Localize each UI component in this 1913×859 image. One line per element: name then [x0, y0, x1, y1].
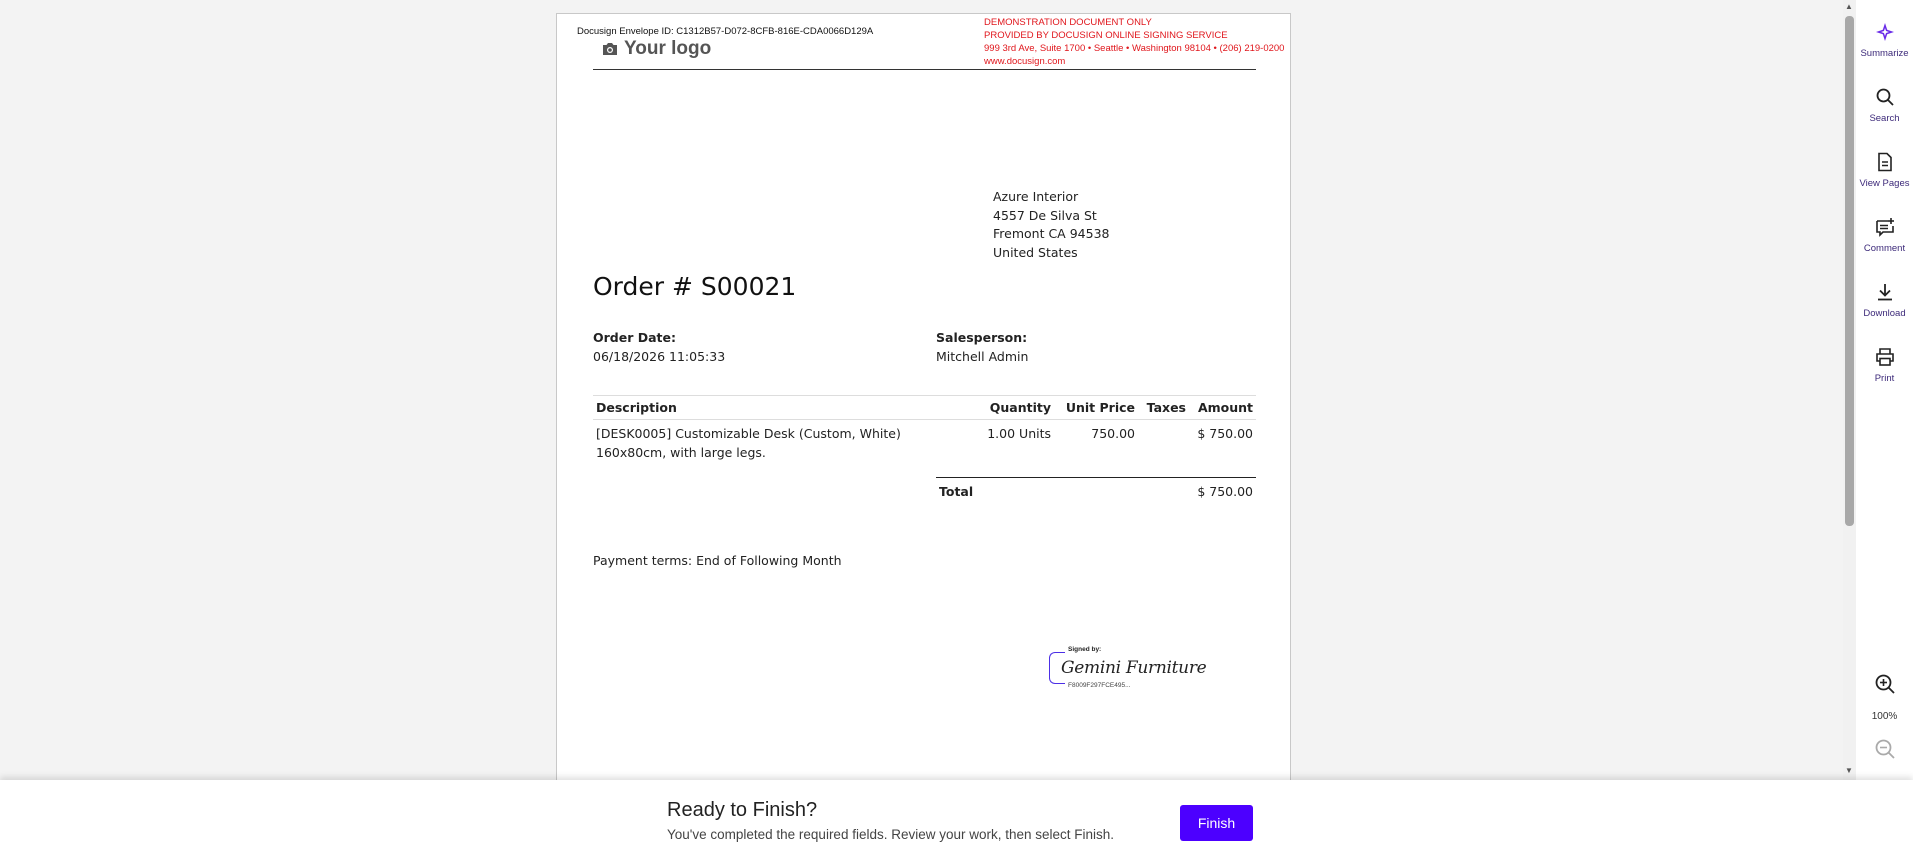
comment-button[interactable]: Comment — [1856, 209, 1913, 265]
column-header-amount: Amount — [1197, 400, 1253, 415]
document-page: Docusign Envelope ID: C1312B57-D072-8CFB… — [556, 13, 1291, 780]
signature-name: Gemini Furniture — [1061, 658, 1207, 678]
header-divider — [593, 69, 1256, 70]
signature-block: Signed by: Gemini Furniture F8009F297FCE… — [1049, 646, 1207, 694]
company-logo: Your logo — [602, 38, 711, 60]
column-header-quantity: Quantity — [989, 400, 1051, 415]
salesperson-value: Mitchell Admin — [936, 349, 1029, 364]
search-button[interactable]: Search — [1856, 79, 1913, 135]
camera-icon — [603, 43, 617, 55]
finish-title: Ready to Finish? — [667, 799, 818, 821]
total-row: Total $ 750.00 — [936, 484, 1256, 499]
envelope-id: Docusign Envelope ID: C1312B57-D072-8CFB… — [577, 26, 874, 37]
logo-text: Your logo — [624, 38, 712, 59]
line-unit-price: 750.00 — [1091, 426, 1135, 441]
salesperson-block: Salesperson: Mitchell Admin — [936, 328, 1028, 366]
demo-banner-line: www.docusign.com — [984, 56, 1066, 67]
demo-banner: DEMONSTRATION DOCUMENT ONLY PROVIDED BY … — [984, 16, 1284, 68]
total-value: $ 750.00 — [1197, 484, 1253, 499]
download-label: Download — [1863, 308, 1906, 319]
sparkle-icon — [1875, 23, 1894, 41]
order-date-label: Order Date: — [593, 330, 676, 345]
search-icon — [1876, 88, 1894, 106]
salesperson-label: Salesperson: — [936, 330, 1028, 345]
summarize-label: Summarize — [1860, 48, 1909, 59]
download-button[interactable]: Download — [1856, 274, 1913, 330]
line-description-text: [DESK0005] Customizable Desk (Custom, Wh… — [596, 426, 901, 441]
document-viewer[interactable]: Docusign Envelope ID: C1312B57-D072-8CFB… — [0, 0, 1843, 780]
order-lines-table: Description Quantity Unit Price Taxes Am… — [593, 395, 1256, 462]
address-line: Fremont CA 94538 — [993, 226, 1110, 241]
download-icon — [1877, 284, 1892, 301]
summarize-button[interactable]: Summarize — [1856, 14, 1913, 70]
scrollbar-thumb[interactable] — [1845, 16, 1854, 526]
zoom-level: 100% — [1871, 711, 1898, 722]
vertical-scrollbar[interactable]: ▲ ▼ — [1843, 0, 1856, 780]
address-line: 4557 De Silva St — [993, 207, 1097, 223]
demo-banner-line: DEMONSTRATION DOCUMENT ONLY — [984, 17, 1152, 28]
finish-button[interactable]: Finish — [1180, 805, 1253, 841]
line-quantity: 1.00 Units — [987, 426, 1051, 441]
print-button[interactable]: Print — [1856, 339, 1913, 395]
order-date-block: Order Date: 06/18/2026 11:05:33 — [593, 328, 725, 366]
view-pages-label: View Pages — [1859, 178, 1910, 189]
line-description-text: 160x80cm, with large legs. — [596, 444, 766, 460]
print-label: Print — [1874, 373, 1895, 384]
view-pages-button[interactable]: View Pages — [1856, 144, 1913, 200]
demo-banner-line: PROVIDED BY DOCUSIGN ONLINE SIGNING SERV… — [984, 30, 1228, 41]
address-line: United States — [993, 244, 1078, 260]
finish-subtitle: You've completed the required fields. Re… — [667, 827, 1115, 842]
order-date-value: 06/18/2026 11:05:33 — [593, 349, 726, 364]
page-icon — [1877, 152, 1892, 172]
address-line: Azure Interior — [993, 189, 1079, 204]
scroll-down-arrow-icon[interactable]: ▼ — [1845, 766, 1853, 775]
scroll-up-arrow-icon[interactable]: ▲ — [1845, 2, 1853, 11]
comment-label: Comment — [1863, 243, 1906, 254]
zoom-in-icon[interactable] — [1874, 673, 1896, 695]
table-header-row: Description Quantity Unit Price Taxes Am… — [593, 396, 1256, 420]
signature-hash: F8009F297FCE495... — [1068, 682, 1131, 689]
column-header-taxes: Taxes — [1146, 400, 1186, 415]
line-amount: $ 750.00 — [1197, 426, 1253, 441]
order-title: Order # S00021 — [593, 272, 797, 301]
table-row: [DESK0005] Customizable Desk (Custom, Wh… — [593, 420, 1256, 462]
column-header-description: Description — [596, 400, 677, 415]
right-toolbar: Summarize Search View Pages Comment Down… — [1856, 0, 1913, 780]
total-label: Total — [939, 484, 974, 499]
comment-add-icon — [1875, 218, 1894, 237]
zoom-out-icon[interactable] — [1874, 738, 1896, 760]
finish-bar: Ready to Finish? You've completed the re… — [0, 780, 1913, 859]
line-description: [DESK0005] Customizable Desk (Custom, Wh… — [596, 425, 971, 462]
search-label: Search — [1869, 113, 1900, 124]
demo-banner-line: 999 3rd Ave, Suite 1700 • Seattle • Wash… — [984, 43, 1285, 54]
total-divider — [936, 477, 1256, 478]
customer-address: Azure Interior 4557 De Silva St Fremont … — [993, 188, 1109, 262]
payment-terms: Payment terms: End of Following Month — [593, 553, 842, 568]
print-icon — [1875, 348, 1894, 366]
signed-by-label: Signed by: — [1068, 646, 1102, 653]
column-header-unit-price: Unit Price — [1065, 400, 1135, 415]
